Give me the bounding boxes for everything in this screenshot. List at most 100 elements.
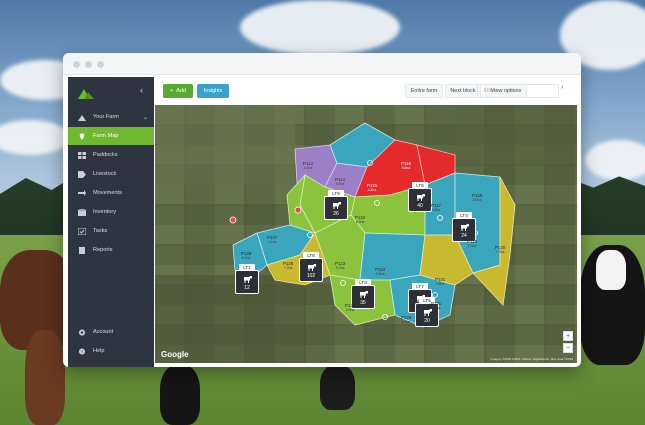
grid-icon bbox=[78, 151, 86, 159]
sidebar-item-paddocks[interactable]: Paddocks bbox=[68, 146, 154, 164]
mob-id: LT6 bbox=[412, 182, 428, 189]
cow-icon bbox=[308, 264, 316, 271]
zoom-out-button[interactable]: − bbox=[563, 343, 573, 353]
title-bar bbox=[63, 53, 581, 75]
paddock-area: 5.2ha bbox=[335, 266, 345, 270]
add-button[interactable]: + Add bbox=[163, 84, 193, 98]
sidebar-item-label: Help bbox=[93, 348, 105, 354]
paddock-label: P118 6.2ha bbox=[472, 193, 482, 203]
box-icon bbox=[78, 208, 86, 216]
document-icon bbox=[79, 246, 85, 254]
help-icon: ? bbox=[78, 347, 86, 355]
next-block-button[interactable]: Next block bbox=[445, 84, 481, 98]
paddock-label: P113 4.1ha bbox=[303, 161, 313, 171]
sidebar-item-label: Movements bbox=[93, 190, 122, 196]
mob-id: LT1 bbox=[239, 264, 255, 271]
paddock-label: P121 4.8ha bbox=[435, 277, 445, 287]
sidebar-item-farm-map[interactable]: Farm Map bbox=[68, 127, 154, 145]
paddock-label: P124 6.8ha bbox=[375, 267, 385, 277]
cow bbox=[596, 250, 626, 290]
farm-map[interactable]: LT9 26 LT6 40 LT4 24 LT8 102 LT1 12 LT3 … bbox=[155, 105, 577, 363]
logo-icon bbox=[78, 89, 94, 99]
cow-icon bbox=[417, 194, 425, 201]
cow-icon bbox=[360, 291, 368, 298]
alert-marker[interactable] bbox=[294, 206, 302, 214]
paddock-label: P127 4.1ha bbox=[267, 235, 277, 245]
arrows-icon bbox=[78, 189, 86, 196]
paddock-area: 6.3ha bbox=[241, 256, 251, 260]
mob-pin[interactable]: LT8 102 bbox=[299, 252, 323, 282]
paddock-area: 7.2ha bbox=[283, 266, 293, 270]
insights-button[interactable]: Insights bbox=[197, 84, 229, 98]
paddock-area: 5.3ha bbox=[467, 244, 477, 248]
paddock-label: P115 4.4ha bbox=[367, 183, 377, 193]
paddock-area: 4.1ha bbox=[267, 240, 277, 244]
map-attribution: Imagery ©2018 CNES / Airbus, DigitalGlob… bbox=[490, 357, 573, 361]
mob-id: LT9 bbox=[328, 190, 344, 197]
paddock-label: P114 6.3ha bbox=[335, 177, 345, 187]
zoom-in-button[interactable]: + bbox=[563, 331, 573, 341]
sidebar-item-inventory[interactable]: Inventory bbox=[68, 203, 154, 221]
sidebar-item-livestock[interactable]: Livestock bbox=[68, 165, 154, 183]
sidebar-item-label: Farm Map bbox=[93, 133, 119, 139]
paddock-area: 6.9ha bbox=[355, 220, 365, 224]
sidebar: ‹ Your Farm ⌄ Farm Map Paddocks Livestoc… bbox=[68, 77, 154, 367]
paddock-area: 4.1ha bbox=[303, 166, 313, 170]
cow-icon bbox=[244, 276, 252, 283]
plus-icon: + bbox=[170, 88, 174, 94]
add-label: Add bbox=[176, 88, 186, 94]
collapse-sidebar-icon[interactable]: ‹ bbox=[140, 85, 143, 95]
filter-input[interactable]: Filter... bbox=[477, 84, 559, 98]
sidebar-item-movements[interactable]: Movements bbox=[68, 184, 154, 202]
mob-pin[interactable]: LT9 26 bbox=[324, 190, 348, 220]
paddock-label: P122 6.9ha bbox=[355, 215, 365, 225]
cow-icon bbox=[333, 202, 341, 209]
paddock-label: P128 7.2ha bbox=[283, 261, 293, 271]
mob-count: 20 bbox=[424, 318, 430, 324]
cow bbox=[320, 365, 355, 410]
cloud bbox=[240, 0, 400, 55]
mob-count: 102 bbox=[306, 273, 316, 279]
app-window: ‹ Your Farm ⌄ Farm Map Paddocks Livestoc… bbox=[63, 53, 581, 367]
paddock-area: 6.4ha bbox=[401, 320, 411, 324]
gear-icon bbox=[78, 328, 86, 336]
paddock-area: 4.8ha bbox=[431, 208, 441, 212]
chevron-down-icon: ⌄ bbox=[142, 114, 148, 121]
paddock-label: P131 6.3ha bbox=[431, 301, 441, 311]
mob-id: LT3 bbox=[355, 279, 371, 286]
sidebar-item-account[interactable]: Account bbox=[68, 323, 154, 341]
cow bbox=[160, 365, 200, 425]
paddock-polygon[interactable] bbox=[359, 232, 426, 281]
sidebar-item-reports[interactable]: Reports bbox=[68, 241, 154, 259]
sidebar-item-label: Tasks bbox=[93, 228, 108, 234]
sidebar-item-label: Paddocks bbox=[93, 152, 118, 158]
entire-farm-button[interactable]: Entire farm bbox=[405, 84, 443, 98]
paddock-area: 4.4ha bbox=[367, 188, 377, 192]
mob-pin[interactable]: LT6 40 bbox=[408, 182, 432, 212]
cow bbox=[25, 330, 65, 425]
farm-icon bbox=[78, 114, 86, 121]
alert-marker[interactable] bbox=[229, 216, 237, 224]
mob-pin[interactable]: LT1 12 bbox=[235, 264, 259, 294]
sidebar-item-help[interactable]: ? Help bbox=[68, 342, 154, 360]
paddock-area: 5.6ha bbox=[401, 166, 411, 170]
tag-icon bbox=[78, 170, 86, 178]
mob-id: LT8 bbox=[303, 252, 319, 259]
paddock-label: P120 7.3ha bbox=[495, 245, 505, 255]
chevron-right-icon[interactable]: › bbox=[561, 84, 563, 91]
paddock-label: P125 5.8ha bbox=[345, 303, 355, 313]
farm-selector[interactable]: Your Farm ⌄ bbox=[68, 108, 154, 126]
paddock-label: P123 5.2ha bbox=[335, 261, 345, 271]
paddock-area: 5.8ha bbox=[345, 308, 355, 312]
satellite-field bbox=[455, 105, 577, 165]
mob-count: 12 bbox=[244, 285, 250, 291]
paddock-area: 4.8ha bbox=[435, 282, 445, 286]
mob-count: 35 bbox=[360, 300, 366, 306]
google-logo: Google bbox=[161, 350, 189, 359]
mob-count: 40 bbox=[417, 203, 423, 209]
map-canvas bbox=[155, 105, 577, 363]
sidebar-item-label: Account bbox=[93, 329, 114, 335]
sidebar-item-label: Reports bbox=[93, 247, 113, 253]
paddock-label: P117 4.8ha bbox=[431, 203, 441, 213]
sidebar-item-tasks[interactable]: Tasks bbox=[68, 222, 154, 240]
